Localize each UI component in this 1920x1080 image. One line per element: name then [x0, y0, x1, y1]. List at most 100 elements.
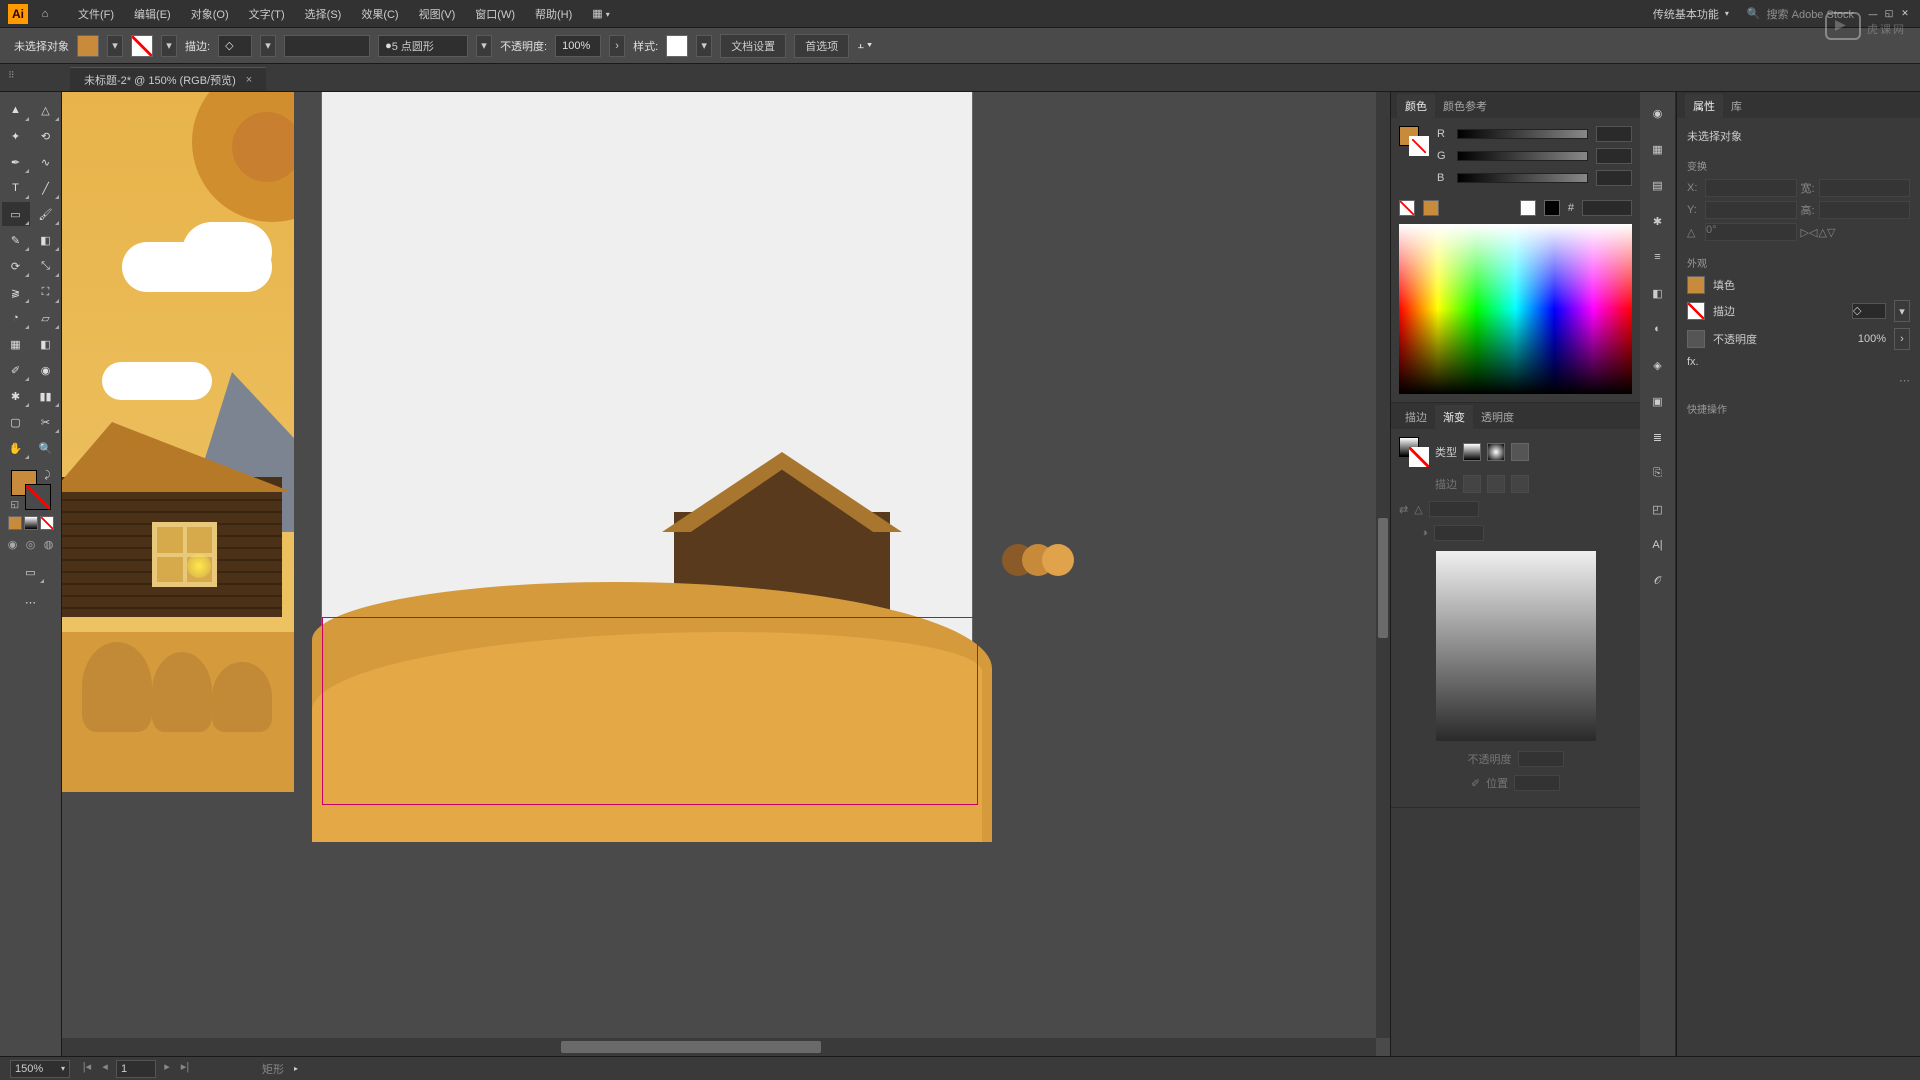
draw-behind-icon[interactable]: ◎ [23, 536, 39, 552]
horizontal-scrollbar[interactable] [62, 1038, 1376, 1056]
dock-swatches-icon[interactable]: ▦ [1647, 138, 1669, 160]
linear-gradient-icon[interactable] [1463, 443, 1481, 461]
line-tool-icon[interactable]: ╱ [32, 176, 60, 200]
toolbar-stroke-swatch[interactable] [25, 484, 51, 510]
home-icon[interactable]: ⌂ [36, 5, 54, 23]
transform-w[interactable] [1819, 179, 1911, 197]
preferences-button[interactable]: 首选项 [794, 34, 849, 58]
tab-properties[interactable]: 属性 [1685, 94, 1723, 118]
dock-gradient-icon[interactable]: ◧ [1647, 282, 1669, 304]
paintbrush-tool-icon[interactable]: 🖌 [32, 202, 60, 226]
mesh-tool-icon[interactable]: ▦ [2, 332, 30, 356]
eraser-tool-icon[interactable]: ◧ [32, 228, 60, 252]
reverse-gradient-icon[interactable]: ⇄ [1399, 503, 1408, 516]
color-spectrum[interactable] [1399, 224, 1632, 394]
stroke-along-icon[interactable] [1487, 475, 1505, 493]
r-value[interactable] [1596, 126, 1632, 142]
free-transform-tool-icon[interactable]: ⛶ [32, 280, 60, 304]
menu-help[interactable]: 帮助(H) [525, 2, 582, 26]
b-value[interactable] [1596, 170, 1632, 186]
align-icon[interactable]: ⫠ ▾ [857, 39, 872, 52]
appear-stroke-swatch[interactable] [1687, 302, 1705, 320]
stroke-within-icon[interactable] [1463, 475, 1481, 493]
rectangle-tool-icon[interactable]: ▭ [2, 202, 30, 226]
gradient-preview[interactable] [1436, 551, 1596, 741]
r-slider[interactable] [1457, 129, 1588, 139]
appear-opacity-value[interactable]: 100% [1858, 333, 1886, 345]
window-restore-icon[interactable]: ◱ [1882, 7, 1896, 21]
white-swatch[interactable] [1520, 200, 1536, 216]
screen-mode-icon[interactable]: ▭ [17, 560, 45, 584]
hand-tool-icon[interactable]: ✋ [2, 436, 30, 460]
flip-v-icon[interactable]: △▽ [1819, 226, 1833, 239]
window-minimize-icon[interactable]: — [1866, 7, 1880, 21]
dock-artboards-icon[interactable]: ◰ [1647, 498, 1669, 520]
tab-stroke[interactable]: 描边 [1397, 405, 1435, 429]
artboard-tool-icon[interactable]: ▢ [2, 410, 30, 434]
workspace-switcher[interactable]: 传统基本功能▾ [1645, 2, 1737, 26]
perspective-tool-icon[interactable]: ▱ [32, 306, 60, 330]
pen-tool-icon[interactable]: ✒ [2, 150, 30, 174]
stroke-weight-input[interactable]: ◇ [218, 35, 252, 57]
menu-file[interactable]: 文件(F) [68, 2, 124, 26]
transform-x[interactable] [1705, 179, 1797, 197]
none-swatch-icon[interactable] [1399, 200, 1415, 216]
menu-effect[interactable]: 效果(C) [351, 2, 408, 26]
window-close-icon[interactable]: ✕ [1898, 7, 1912, 21]
tab-gradient[interactable]: 渐变 [1435, 405, 1473, 429]
type-tool-icon[interactable]: T [2, 176, 30, 200]
tab-color[interactable]: 颜色 [1397, 94, 1435, 118]
search-stock[interactable]: 🔍 搜索 Adobe Stock [1747, 6, 1854, 22]
last-artboard-icon[interactable]: ▸| [178, 1060, 192, 1074]
width-tool-icon[interactable]: ⫺ [2, 280, 30, 304]
dock-opentype-icon[interactable]: 𝒪 [1647, 570, 1669, 592]
symbol-sprayer-tool-icon[interactable]: ✱ [2, 384, 30, 408]
fill-stroke-control[interactable]: ⤸ ◱ [11, 470, 51, 510]
draw-inside-icon[interactable]: ◍ [41, 536, 57, 552]
shaper-tool-icon[interactable]: ✎ [2, 228, 30, 252]
menu-edit[interactable]: 编辑(E) [124, 2, 181, 26]
last-color-swatch[interactable] [1423, 200, 1439, 216]
menu-type[interactable]: 文字(T) [239, 2, 295, 26]
default-fill-stroke-icon[interactable]: ◱ [11, 499, 20, 510]
fill-swatch[interactable] [77, 35, 99, 57]
arrange-docs-icon[interactable]: ▦ ▾ [582, 3, 619, 24]
dock-character-icon[interactable]: A| [1647, 534, 1669, 556]
dock-graphic-styles-icon[interactable]: ▣ [1647, 390, 1669, 412]
dock-transparency-icon[interactable]: ◐ [1647, 318, 1669, 340]
appear-stroke-weight[interactable]: ◇ [1852, 303, 1886, 319]
menu-select[interactable]: 选择(S) [295, 2, 352, 26]
artboard-number[interactable]: 1 [116, 1060, 156, 1078]
slice-tool-icon[interactable]: ✂ [32, 410, 60, 434]
tabbar-grip-icon[interactable]: ⠿ [8, 70, 15, 81]
gradient-stroke-swatch[interactable] [1409, 447, 1429, 467]
edit-toolbar-icon[interactable]: ⋯ [17, 590, 45, 614]
stroke-dropdown[interactable]: ▾ [161, 35, 177, 57]
tab-libraries[interactable]: 库 [1723, 94, 1750, 118]
dock-color-icon[interactable]: ◉ [1647, 102, 1669, 124]
draw-normal-icon[interactable]: ◉ [5, 536, 21, 552]
panel-stroke-swatch[interactable] [1409, 136, 1429, 156]
appear-opacity-swatch[interactable] [1687, 330, 1705, 348]
zoom-level[interactable]: 150% ▾ [10, 1060, 70, 1078]
menu-object[interactable]: 对象(O) [181, 2, 239, 26]
dock-asset-export-icon[interactable]: ⎘ [1647, 462, 1669, 484]
canvas[interactable] [62, 92, 1390, 1056]
lasso-tool-icon[interactable]: ⟲ [32, 124, 60, 148]
brush-definition[interactable] [284, 35, 370, 57]
document-setup-button[interactable]: 文档设置 [720, 34, 786, 58]
gradient-tool-icon[interactable]: ◧ [32, 332, 60, 356]
swap-fill-stroke-icon[interactable]: ⤸ [45, 470, 51, 481]
prev-artboard-icon[interactable]: ◂ [98, 1060, 112, 1074]
dock-symbols-icon[interactable]: ✱ [1647, 210, 1669, 232]
next-artboard-icon[interactable]: ▸ [160, 1060, 174, 1074]
dock-layers-icon[interactable]: ≣ [1647, 426, 1669, 448]
stroke-weight-dd[interactable]: ▾ [260, 35, 276, 57]
fx-label[interactable]: fx. [1687, 356, 1699, 368]
zoom-tool-icon[interactable]: 🔍 [32, 436, 60, 460]
tab-color-guide[interactable]: 颜色参考 [1435, 94, 1495, 118]
magic-wand-tool-icon[interactable]: ✦ [2, 124, 30, 148]
g-slider[interactable] [1457, 151, 1588, 161]
rotate-tool-icon[interactable]: ⟳ [2, 254, 30, 278]
stroke-swatch[interactable] [131, 35, 153, 57]
